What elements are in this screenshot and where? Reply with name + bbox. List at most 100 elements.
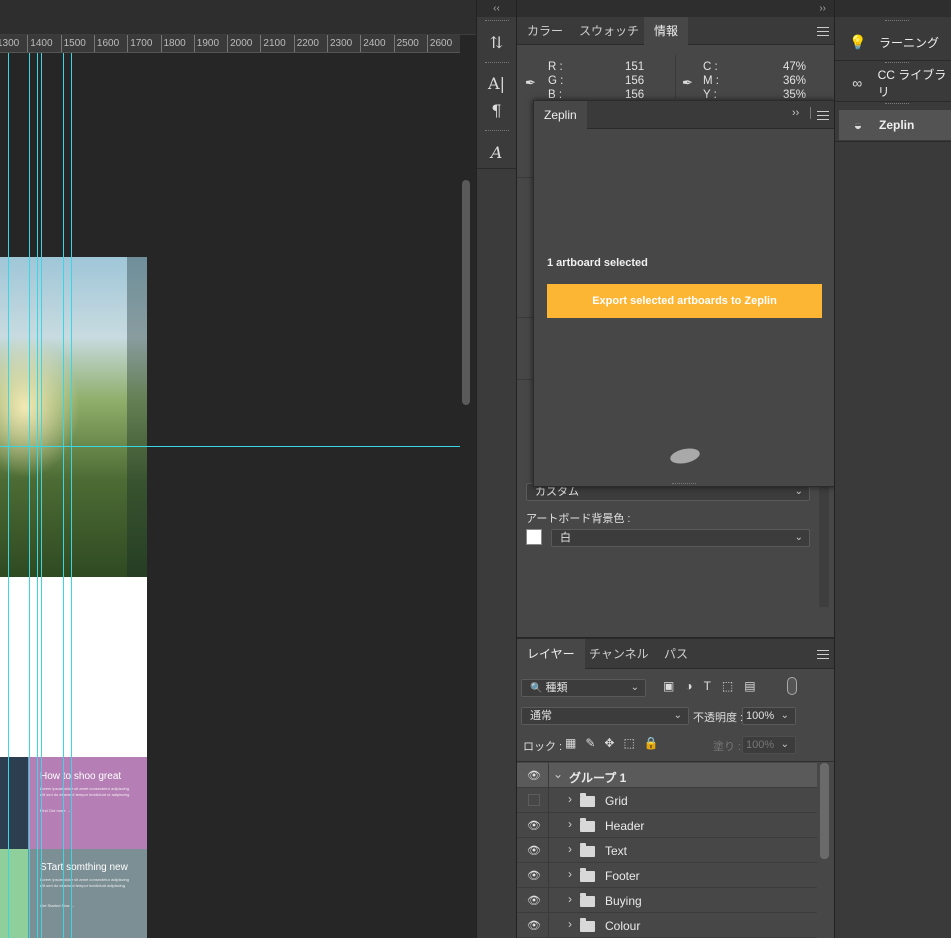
panel-menu-icon[interactable]: [817, 111, 829, 120]
eye-icon[interactable]: 👁: [527, 894, 541, 907]
ruler-tick-line: [193, 35, 195, 52]
character-icon[interactable]: A|: [477, 68, 516, 98]
folder-icon: [580, 893, 595, 907]
tab-channels[interactable]: チャンネル: [579, 639, 659, 669]
filter-toggle[interactable]: [787, 677, 797, 695]
cmyk-c-value: 47%: [783, 61, 807, 73]
ruler-tick-label: 1700: [130, 38, 153, 49]
dock-item-zeplin[interactable]: ◒ Zeplin: [839, 110, 951, 140]
tab-paths[interactable]: パス: [654, 639, 698, 669]
tab-layers[interactable]: レイヤー: [517, 639, 585, 669]
zeplin-logo-icon: [668, 446, 702, 466]
blend-mode-value: 通常: [530, 710, 552, 722]
blend-mode-select[interactable]: 通常 ⌄: [521, 707, 689, 725]
document-canvas[interactable]: 1300 1400 1500 1600 1700 1800 1900 2000 2100 2200…: [0, 0, 476, 938]
chevron-right-icon[interactable]: ›: [568, 842, 572, 856]
layer-row[interactable]: 👁 › Buying: [517, 888, 817, 913]
panel-collapse-bar[interactable]: ››: [517, 0, 834, 17]
paragraph-icon[interactable]: ¶: [477, 95, 516, 125]
guide-line[interactable]: [37, 53, 38, 938]
artboard[interactable]: How to shoo great Lorem ipsum dolor sit …: [0, 257, 147, 938]
export-to-zeplin-button[interactable]: Export selected artboards to Zeplin: [547, 284, 822, 318]
layer-group-row[interactable]: 👁 ⌄ グループ 1: [517, 763, 817, 788]
ruler-tick-label: 2500: [396, 38, 419, 49]
artboard-bg-select[interactable]: 白 ⌄: [551, 529, 810, 547]
visibility-toggle[interactable]: [528, 794, 540, 806]
ruler-tick-line: [60, 35, 62, 52]
layers-scrollbar[interactable]: [820, 763, 829, 859]
guide-line-horizontal[interactable]: [0, 446, 460, 447]
layer-filter-select[interactable]: 🔍 種類 ⌄: [521, 679, 646, 697]
tab-color[interactable]: カラー: [517, 17, 573, 45]
ruler-tick-label: 1400: [30, 38, 53, 49]
guide-line[interactable]: [8, 53, 9, 938]
chevron-right-icon[interactable]: ›: [568, 867, 572, 881]
eye-icon[interactable]: 👁: [527, 844, 541, 857]
layer-row[interactable]: 👁 › Header: [517, 813, 817, 838]
ruler-tick-line: [293, 35, 295, 52]
lock-icons[interactable]: ▦✎✥⬚🔒: [565, 736, 668, 750]
chevron-right-icon[interactable]: ›: [568, 817, 572, 831]
eyedropper-icon[interactable]: ✒: [525, 75, 536, 91]
zeplin-panel: Zeplin ›› 1 artboard selected Export sel…: [533, 100, 835, 487]
layer-filter-icons[interactable]: ▣◑T⬚▤: [663, 679, 767, 693]
fill-input[interactable]: 100% ⌄: [742, 736, 796, 754]
chevron-right-icon[interactable]: ›: [568, 917, 572, 931]
ruler-tick-line: [127, 35, 129, 52]
ruler-tick-label: 1800: [163, 38, 186, 49]
tab-zeplin[interactable]: Zeplin: [534, 101, 587, 129]
ruler-tick-line: [260, 35, 262, 52]
layer-name: Buying: [605, 894, 642, 908]
bg-color-swatch[interactable]: [526, 529, 542, 545]
eyedropper-icon-cmyk[interactable]: ✒: [682, 75, 693, 91]
fill-value: 100%: [746, 739, 775, 751]
collapse-arrows[interactable]: ‹‹: [477, 0, 516, 17]
layer-row[interactable]: 👁 › Colour: [517, 913, 817, 938]
opacity-input[interactable]: 100% ⌄: [742, 707, 796, 725]
eye-icon[interactable]: 👁: [527, 919, 541, 932]
ruler-tick-line: [393, 35, 395, 52]
panel-menu-icon[interactable]: [817, 650, 829, 659]
dark-card: [0, 757, 28, 849]
dock-item-learn[interactable]: 💡 ラーニング: [839, 27, 951, 57]
layer-row[interactable]: › Grid: [517, 788, 817, 813]
layer-row[interactable]: 👁 › Text: [517, 838, 817, 863]
lightbulb-icon: 💡: [849, 33, 867, 50]
properties-scrollbar[interactable]: [819, 487, 829, 607]
panel-icon-strip: ‹‹ ⇅ A| ¶ A: [476, 0, 517, 938]
guide-line[interactable]: [41, 53, 42, 938]
folder-icon: [580, 918, 595, 932]
layer-row[interactable]: 👁 › Footer: [517, 863, 817, 888]
canvas-scrollbar[interactable]: [462, 180, 470, 405]
ruler-tick-label: 1900: [196, 38, 220, 49]
tab-swatches[interactable]: スウォッチ: [569, 17, 649, 45]
zeplin-icon: ◒: [853, 117, 863, 133]
expand-icon[interactable]: ››: [792, 107, 799, 119]
layers-panel: レイヤー チャンネル パス 🔍 種類 ⌄ ▣◑T⬚▤ 通常 ⌄ 不透明度 : 100%…: [517, 638, 834, 938]
guide-line[interactable]: [71, 53, 72, 938]
dock-item-label: Zeplin: [879, 118, 915, 132]
glyphs-icon[interactable]: A: [477, 137, 516, 167]
search-icon: 🔍: [530, 683, 543, 694]
guide-line[interactable]: [29, 53, 30, 938]
layer-name: Grid: [605, 794, 628, 808]
guide-line[interactable]: [63, 53, 64, 938]
history-icon[interactable]: ⇅: [477, 27, 516, 57]
folder-icon: [580, 793, 595, 807]
chevron-right-icon[interactable]: ›: [568, 892, 572, 906]
selection-status: 1 artboard selected: [547, 257, 648, 269]
rgb-g-label: G :: [548, 75, 564, 87]
artboard-preset-value: カスタム: [535, 486, 579, 498]
folder-icon: [580, 868, 595, 882]
eye-icon[interactable]: 👁: [527, 869, 541, 882]
chevron-down-icon[interactable]: ⌄: [553, 767, 563, 781]
panel-menu-icon[interactable]: [817, 27, 829, 36]
tab-info[interactable]: 情報: [644, 17, 689, 45]
artboard-bg-label: アートボード背景色 :: [526, 513, 631, 525]
card-title: STart somthing new: [40, 862, 128, 873]
eye-icon[interactable]: 👁: [527, 769, 541, 782]
chevron-right-icon[interactable]: ›: [568, 792, 572, 806]
dock-item-cc-libraries[interactable]: ∞ CC ライブラリ: [839, 68, 951, 99]
ruler-tick-line: [327, 35, 328, 52]
eye-icon[interactable]: 👁: [527, 819, 541, 832]
